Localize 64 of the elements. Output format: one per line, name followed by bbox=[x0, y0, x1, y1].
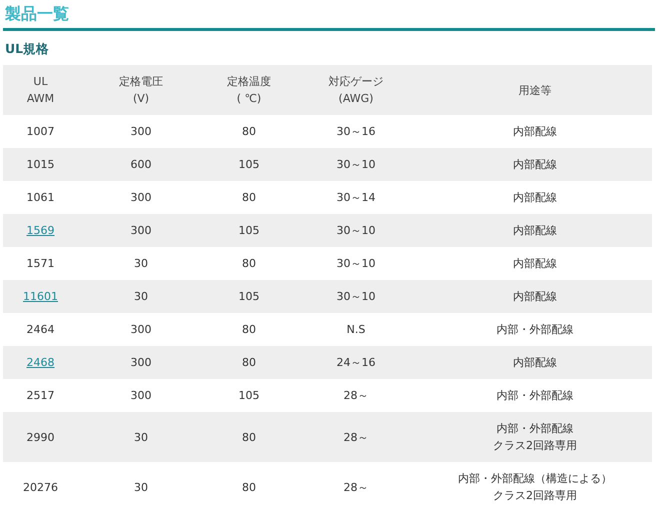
awm-number: 1015 bbox=[26, 158, 54, 171]
column-header: 対応ゲージ (AWG) bbox=[294, 65, 418, 115]
awm-number: 2990 bbox=[26, 430, 54, 444]
table-cell: 内部・外部配線 bbox=[418, 313, 652, 346]
awm-number: 1061 bbox=[26, 191, 54, 204]
table-cell: 80 bbox=[204, 313, 294, 346]
table-cell: 80 bbox=[204, 412, 294, 462]
table-cell: 300 bbox=[78, 181, 204, 214]
awm-number: 1007 bbox=[26, 125, 54, 138]
table-cell: 80 bbox=[204, 346, 294, 379]
table-cell: 30 bbox=[78, 280, 204, 313]
section-heading: UL規格 bbox=[5, 41, 50, 58]
column-header: 定格温度 ( ℃) bbox=[204, 65, 294, 115]
table-cell: 内部配線 bbox=[418, 346, 652, 379]
table-cell: 105 bbox=[204, 280, 294, 313]
table-cell: 28～ bbox=[294, 379, 418, 412]
table-cell: 28～ bbox=[294, 462, 418, 510]
table-cell: 30～10 bbox=[294, 148, 418, 181]
awm-link[interactable]: 1569 bbox=[26, 224, 54, 237]
table-cell: 30 bbox=[78, 247, 204, 280]
table-cell: 30～10 bbox=[294, 247, 418, 280]
awm-number: 2517 bbox=[26, 389, 54, 402]
table-cell: 80 bbox=[204, 181, 294, 214]
table-cell: 600 bbox=[78, 148, 204, 181]
table-cell: 内部配線 bbox=[418, 115, 652, 148]
table-cell: 300 bbox=[78, 214, 204, 247]
table-cell: 内部配線 bbox=[418, 214, 652, 247]
awm-number: 2464 bbox=[26, 323, 54, 336]
column-header: 定格電圧 (V) bbox=[78, 65, 204, 115]
table-cell: 24～16 bbox=[294, 346, 418, 379]
table-cell: 300 bbox=[78, 313, 204, 346]
table-cell: 30～10 bbox=[294, 214, 418, 247]
table-cell: 内部配線 bbox=[418, 148, 652, 181]
table-cell: 内部・外部配線 bbox=[418, 379, 652, 412]
table-cell: 80 bbox=[204, 247, 294, 280]
usage-line: クラス2回路専用 bbox=[492, 488, 578, 504]
table-cell: 30～14 bbox=[294, 181, 418, 214]
awm-number: 20276 bbox=[23, 480, 58, 494]
table-cell: 内部配線 bbox=[418, 247, 652, 280]
table-cell: 300 bbox=[78, 379, 204, 412]
table-cell: 30～10 bbox=[294, 280, 418, 313]
awm-number: 1571 bbox=[26, 257, 54, 270]
table-cell: 内部配線 bbox=[418, 280, 652, 313]
table-cell: N.S bbox=[294, 313, 418, 346]
table-cell: 300 bbox=[78, 346, 204, 379]
table-cell: 300 bbox=[78, 115, 204, 148]
table-cell: 105 bbox=[204, 148, 294, 181]
table-cell: 105 bbox=[204, 214, 294, 247]
usage-line: 内部・外部配線 bbox=[496, 421, 574, 437]
column-header: UL AWM bbox=[3, 65, 78, 115]
table-cell: 30 bbox=[78, 412, 204, 462]
table-cell: 28～ bbox=[294, 412, 418, 462]
usage-line: 内部・外部配線（構造による） bbox=[457, 471, 613, 487]
table-cell: 105 bbox=[204, 379, 294, 412]
page-title: 製品一覧 bbox=[3, 4, 655, 31]
awm-link[interactable]: 2468 bbox=[26, 356, 54, 369]
usage-line: クラス2回路専用 bbox=[492, 438, 578, 454]
table-cell: 30～16 bbox=[294, 115, 418, 148]
table-cell: 80 bbox=[204, 115, 294, 148]
column-header: 用途等 bbox=[418, 65, 652, 115]
table-cell: 内部配線 bbox=[418, 181, 652, 214]
awm-link[interactable]: 11601 bbox=[23, 290, 58, 303]
table-cell: 30 bbox=[78, 462, 204, 510]
table-cell: 80 bbox=[204, 462, 294, 510]
